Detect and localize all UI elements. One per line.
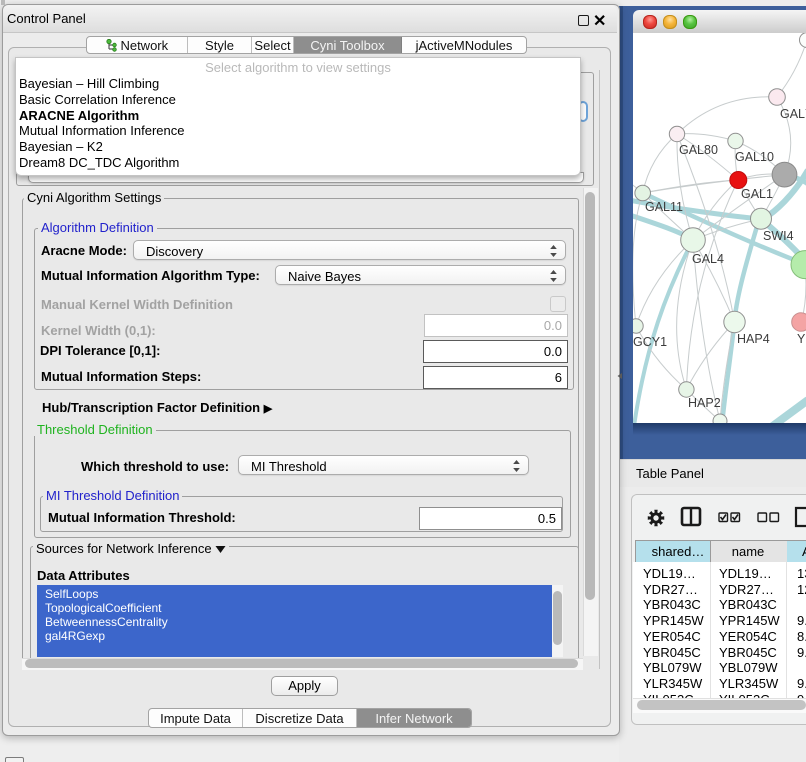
svg-text:GAL7: GAL7 — [780, 107, 806, 121]
svg-text:GAL11: GAL11 — [645, 200, 683, 214]
svg-text:HAP4: HAP4 — [737, 332, 770, 346]
svg-text:SWI4: SWI4 — [763, 229, 794, 243]
svg-text:GAL4: GAL4 — [692, 252, 724, 266]
svg-text:Y: Y — [797, 332, 806, 346]
svg-text:HAP2: HAP2 — [688, 396, 721, 410]
svg-text:GCY1: GCY1 — [633, 335, 667, 349]
svg-text:GAL80: GAL80 — [679, 143, 718, 157]
svg-text:GAL10: GAL10 — [735, 150, 774, 164]
svg-text:GAL1: GAL1 — [741, 187, 773, 201]
